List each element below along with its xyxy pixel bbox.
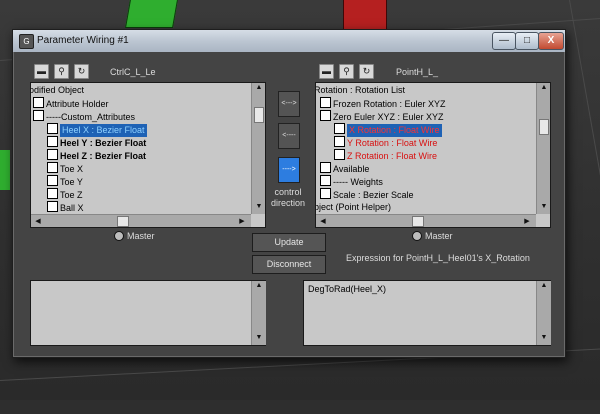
green-scene-object-left — [0, 150, 10, 190]
minimize-button[interactable]: — — [492, 32, 516, 50]
left-expression-box[interactable]: ▲ ▼ — [30, 280, 266, 346]
track-node-icon — [320, 162, 331, 173]
track-node-icon — [47, 201, 58, 212]
tree-item[interactable]: Scale : Bezier Scale — [320, 188, 414, 201]
scroll-up-arrow[interactable]: ▲ — [537, 84, 550, 91]
tree-item[interactable]: bject (Point Helper) — [315, 201, 392, 214]
tree-item[interactable]: Attribute Holder — [33, 97, 109, 110]
right-track-label: PointH_L_ — [396, 67, 439, 77]
scroll-up-arrow[interactable]: ▲ — [252, 282, 266, 289]
update-button[interactable]: Update — [252, 233, 326, 252]
tree-item[interactable]: Z Rotation : Float Wire — [334, 149, 437, 162]
scroll-thumb[interactable] — [539, 119, 549, 135]
right-master-label: Master — [425, 231, 453, 241]
left-track-label: CtrlC_L_Le — [110, 67, 156, 77]
right-track-tree[interactable]: Rotation : Rotation List Frozen Rotation … — [315, 82, 551, 228]
left-master-label: Master — [127, 231, 155, 241]
tree-item[interactable]: Frozen Rotation : Euler XYZ — [320, 97, 446, 110]
refresh-icon[interactable]: ↻ — [359, 64, 374, 79]
right-expression-scrollbar[interactable]: ▲ ▼ — [536, 281, 551, 345]
tree-item[interactable]: Heel Z : Bezier Float — [47, 149, 146, 162]
right-horizontal-scrollbar[interactable]: ◀ ▶ — [316, 214, 536, 227]
right-expression-box[interactable]: DegToRad(Heel_X) ▲ ▼ — [303, 280, 551, 346]
app-icon: G — [19, 34, 34, 49]
track-node-icon — [320, 175, 331, 186]
tree-item[interactable]: Toe Y — [47, 175, 83, 188]
track-node-icon — [320, 110, 331, 121]
scroll-up-arrow[interactable]: ▲ — [537, 282, 551, 289]
control-label-line1: control — [274, 187, 302, 197]
track-node-icon — [47, 188, 58, 199]
control-direction-label: control direction — [263, 187, 313, 209]
track-node-icon — [334, 149, 345, 160]
right-expression-text: DegToRad(Heel_X) — [308, 284, 387, 294]
tree-item[interactable]: Ball X — [47, 201, 84, 214]
title-bar[interactable]: G Parameter Wiring #1 — □ X — [13, 30, 565, 52]
scroll-thumb[interactable] — [412, 216, 424, 227]
track-node-icon — [47, 162, 58, 173]
scroll-left-arrow[interactable]: ◀ — [33, 217, 43, 225]
track-node-icon — [47, 136, 58, 147]
left-master-radio[interactable] — [114, 231, 124, 241]
track-node-icon — [33, 110, 44, 121]
tree-item[interactable]: -----Custom_Attributes — [33, 110, 135, 123]
tree-item[interactable]: Heel Y : Bezier Float — [47, 136, 146, 149]
tree-item[interactable]: Y Rotation : Float Wire — [334, 136, 437, 149]
tree-item-label: Rotation : Rotation List — [315, 85, 406, 95]
folder-icon[interactable]: ▬ — [319, 64, 334, 79]
window-title: Parameter Wiring #1 — [37, 35, 129, 46]
tree-item[interactable]: Available — [320, 162, 369, 175]
right-master-radio[interactable] — [412, 231, 422, 241]
track-node-icon — [334, 123, 345, 134]
tree-item[interactable]: X Rotation : Float Wire — [334, 123, 442, 137]
control-label-line2: direction — [270, 198, 306, 208]
tree-item[interactable]: ----- Weights — [320, 175, 383, 188]
scroll-right-arrow[interactable]: ▶ — [522, 217, 532, 225]
green-scene-object — [125, 0, 179, 28]
scroll-right-arrow[interactable]: ▶ — [237, 217, 247, 225]
scroll-up-arrow[interactable]: ▲ — [252, 84, 265, 91]
tree-item[interactable]: odified Object — [30, 84, 85, 97]
tree-item[interactable]: Toe Z — [47, 188, 83, 201]
left-track-tree[interactable]: odified Object Attribute Holder -----Custo… — [30, 82, 266, 228]
scroll-down-arrow[interactable]: ▼ — [537, 334, 551, 341]
disconnect-button[interactable]: Disconnect — [252, 255, 326, 274]
close-button[interactable]: X — [538, 32, 564, 50]
scroll-thumb[interactable] — [254, 107, 264, 123]
red-scene-object — [343, 0, 387, 30]
track-node-icon — [47, 149, 58, 160]
track-node-icon — [47, 175, 58, 186]
refresh-icon[interactable]: ↻ — [74, 64, 89, 79]
tree-item-label: bject (Point Helper) — [315, 202, 392, 212]
left-expression-scrollbar[interactable]: ▲ ▼ — [251, 281, 266, 345]
grid-line — [569, 0, 600, 414]
direction-right-button[interactable]: ----> — [278, 157, 300, 183]
track-node-icon — [33, 97, 44, 108]
scroll-down-arrow[interactable]: ▼ — [537, 203, 550, 210]
expression-label: Expression for PointH_L_Heel01's X_Rotat… — [346, 253, 530, 263]
track-node-icon — [320, 188, 331, 199]
find-icon[interactable]: ⚲ — [54, 64, 69, 79]
track-node-icon — [334, 136, 345, 147]
tree-item[interactable]: Zero Euler XYZ : Euler XYZ — [320, 110, 444, 123]
left-horizontal-scrollbar[interactable]: ◀ ▶ — [31, 214, 251, 227]
scroll-thumb[interactable] — [117, 216, 129, 227]
scroll-down-arrow[interactable]: ▼ — [252, 334, 266, 341]
maximize-button[interactable]: □ — [515, 32, 539, 50]
tree-item[interactable]: Rotation : Rotation List — [315, 84, 406, 97]
tree-item[interactable]: Heel X : Bezier Float — [47, 123, 147, 137]
find-icon[interactable]: ⚲ — [339, 64, 354, 79]
tree-item[interactable]: Toe X — [47, 162, 83, 175]
direction-left-button[interactable]: <---- — [278, 123, 300, 149]
scroll-left-arrow[interactable]: ◀ — [318, 217, 328, 225]
right-vertical-scrollbar[interactable]: ▲ ▼ — [536, 83, 550, 214]
track-node-icon — [47, 123, 58, 134]
folder-icon[interactable]: ▬ — [34, 64, 49, 79]
parameter-wiring-dialog: G Parameter Wiring #1 — □ X ▬ ⚲ ↻ CtrlC_… — [12, 29, 566, 358]
tree-item-label: odified Object — [30, 85, 85, 95]
track-node-icon — [320, 97, 331, 108]
direction-both-button[interactable]: <---> — [278, 91, 300, 117]
